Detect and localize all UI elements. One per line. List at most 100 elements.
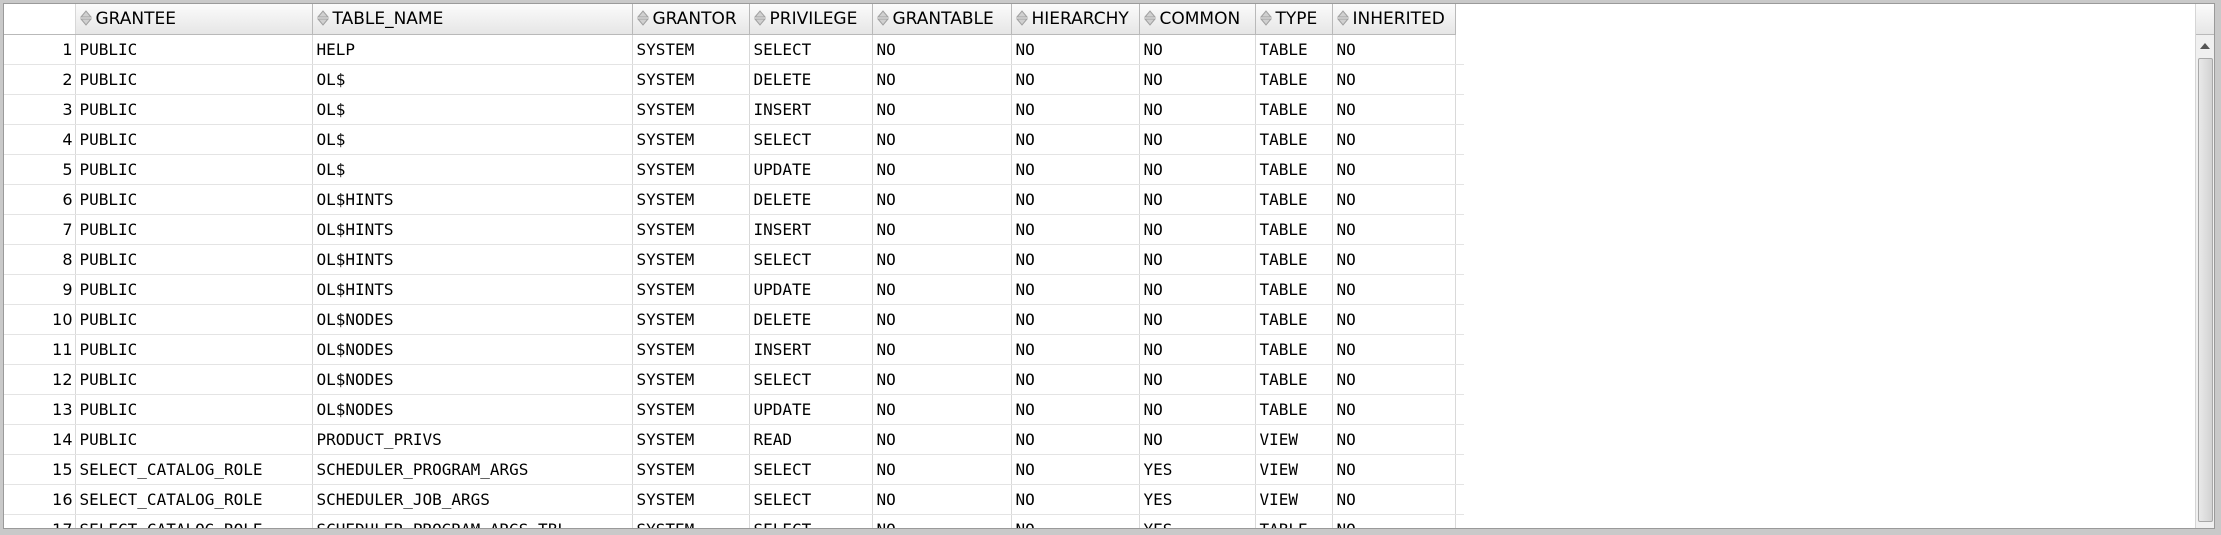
table-cell-grantee[interactable]: PUBLIC bbox=[75, 304, 313, 335]
table-cell-grantee[interactable]: PUBLIC bbox=[75, 64, 313, 95]
table-cell-privilege[interactable]: SELECT bbox=[749, 124, 873, 155]
table-cell-type[interactable]: TABLE bbox=[1255, 64, 1333, 95]
table-cell-common[interactable]: NO bbox=[1139, 424, 1256, 455]
table-cell-hierarchy[interactable]: NO bbox=[1011, 394, 1140, 425]
table-cell-grantor[interactable]: SYSTEM bbox=[632, 334, 750, 365]
table-row[interactable]: 7 PUBLIC OL$HINTS SYSTEM INSERT NO NO NO TABLE NO bbox=[4, 214, 1464, 245]
table-cell-inherited[interactable]: NO bbox=[1332, 304, 1456, 335]
scrollbar-thumb[interactable] bbox=[2198, 58, 2213, 522]
table-cell-grantee[interactable]: PUBLIC bbox=[75, 124, 313, 155]
column-header[interactable]: GRANTEE bbox=[75, 4, 313, 35]
sort-arrows-icon[interactable] bbox=[1336, 9, 1349, 27]
table-cell-common[interactable]: NO bbox=[1139, 214, 1256, 245]
table-row[interactable]: 8 PUBLIC OL$HINTS SYSTEM SELECT NO NO NO TABLE NO bbox=[4, 244, 1464, 275]
row-number[interactable]: 1 bbox=[4, 34, 76, 65]
table-cell-privilege[interactable]: INSERT bbox=[749, 94, 873, 125]
table-cell-table-name[interactable]: PRODUCT_PRIVS bbox=[312, 424, 633, 455]
table-cell-type[interactable]: TABLE bbox=[1255, 94, 1333, 125]
table-cell-table-name[interactable]: OL$ bbox=[312, 154, 633, 185]
table-row[interactable]: 13 PUBLIC OL$NODES SYSTEM UPDATE NO NO NO TABLE N… bbox=[4, 394, 1464, 425]
table-cell-hierarchy[interactable]: NO bbox=[1011, 244, 1140, 275]
table-cell-inherited[interactable]: NO bbox=[1332, 64, 1456, 95]
table-cell-grantee[interactable]: PUBLIC bbox=[75, 34, 313, 65]
sort-arrows-icon[interactable] bbox=[79, 9, 92, 27]
table-cell-table-name[interactable]: OL$NODES bbox=[312, 364, 633, 395]
results-grid[interactable]: GRANTEE TABLE_NAME GRANTOR PRIVILEGE GRA… bbox=[3, 3, 2215, 529]
table-cell-grantor[interactable]: SYSTEM bbox=[632, 34, 750, 65]
table-cell-grantable[interactable]: NO bbox=[872, 34, 1012, 65]
table-cell-grantee[interactable]: PUBLIC bbox=[75, 184, 313, 215]
table-cell-grantee[interactable]: PUBLIC bbox=[75, 274, 313, 305]
table-cell-grantable[interactable]: NO bbox=[872, 154, 1012, 185]
table-row[interactable]: 4 PUBLIC OL$ SYSTEM SELECT NO NO NO TABLE NO bbox=[4, 124, 1464, 155]
table-cell-inherited[interactable]: NO bbox=[1332, 364, 1456, 395]
table-row[interactable]: 17SELECT_CATALOG_ROLESCHEDULER_PROGRAM_A… bbox=[4, 514, 1464, 528]
row-number[interactable]: 2 bbox=[4, 64, 76, 95]
table-cell-grantor[interactable]: SYSTEM bbox=[632, 184, 750, 215]
table-cell-hierarchy[interactable]: NO bbox=[1011, 94, 1140, 125]
table-cell-table-name[interactable]: SCHEDULER_PROGRAM_ARGS bbox=[312, 454, 633, 485]
row-number[interactable]: 5 bbox=[4, 154, 76, 185]
table-cell-type[interactable]: TABLE bbox=[1255, 154, 1333, 185]
row-number[interactable]: 15 bbox=[4, 454, 76, 485]
table-cell-privilege[interactable]: INSERT bbox=[749, 214, 873, 245]
table-row[interactable]: 9 PUBLIC OL$HINTS SYSTEM UPDATE NO NO NO TABLE NO bbox=[4, 274, 1464, 305]
table-cell-grantee[interactable]: PUBLIC bbox=[75, 154, 313, 185]
table-cell-grantee[interactable]: PUBLIC bbox=[75, 334, 313, 365]
table-cell-grantable[interactable]: NO bbox=[872, 124, 1012, 155]
table-cell-type[interactable]: TABLE bbox=[1255, 394, 1333, 425]
row-number[interactable]: 6 bbox=[4, 184, 76, 215]
table-cell-common[interactable]: NO bbox=[1139, 184, 1256, 215]
table-cell-inherited[interactable]: NO bbox=[1332, 34, 1456, 65]
table-cell-privilege[interactable]: SELECT bbox=[749, 514, 873, 528]
table-cell-inherited[interactable]: NO bbox=[1332, 394, 1456, 425]
sort-arrows-icon[interactable] bbox=[1015, 9, 1028, 27]
table-cell-privilege[interactable]: DELETE bbox=[749, 184, 873, 215]
table-cell-grantor[interactable]: SYSTEM bbox=[632, 244, 750, 275]
table-row[interactable]: 14 PUBLIC PRODUCT_PRIVS SYSTEM READ NO NO NO VIE… bbox=[4, 424, 1464, 455]
table-cell-common[interactable]: NO bbox=[1139, 394, 1256, 425]
column-header[interactable]: GRANTABLE bbox=[872, 4, 1012, 35]
table-cell-grantor[interactable]: SYSTEM bbox=[632, 514, 750, 528]
table-cell-type[interactable]: VIEW bbox=[1255, 454, 1333, 485]
sort-arrows-icon[interactable] bbox=[1143, 9, 1156, 27]
table-row[interactable]: 10 PUBLIC OL$NODES SYSTEM DELETE NO NO NO TABLE N… bbox=[4, 304, 1464, 335]
table-cell-hierarchy[interactable]: NO bbox=[1011, 34, 1140, 65]
table-cell-type[interactable]: TABLE bbox=[1255, 514, 1333, 528]
table-cell-common[interactable]: NO bbox=[1139, 334, 1256, 365]
table-cell-grantable[interactable]: NO bbox=[872, 424, 1012, 455]
table-cell-common[interactable]: NO bbox=[1139, 94, 1256, 125]
sort-arrows-icon[interactable] bbox=[1259, 9, 1272, 27]
table-cell-grantor[interactable]: SYSTEM bbox=[632, 214, 750, 245]
table-cell-grantable[interactable]: NO bbox=[872, 184, 1012, 215]
table-cell-privilege[interactable]: SELECT bbox=[749, 34, 873, 65]
table-cell-grantor[interactable]: SYSTEM bbox=[632, 454, 750, 485]
row-number[interactable]: 8 bbox=[4, 244, 76, 275]
row-number[interactable]: 4 bbox=[4, 124, 76, 155]
table-cell-common[interactable]: NO bbox=[1139, 274, 1256, 305]
table-cell-table-name[interactable]: OL$ bbox=[312, 64, 633, 95]
table-cell-common[interactable]: NO bbox=[1139, 124, 1256, 155]
table-cell-grantable[interactable]: NO bbox=[872, 454, 1012, 485]
table-cell-hierarchy[interactable]: NO bbox=[1011, 334, 1140, 365]
table-cell-table-name[interactable]: OL$NODES bbox=[312, 334, 633, 365]
table-cell-inherited[interactable]: NO bbox=[1332, 214, 1456, 245]
table-cell-table-name[interactable]: SCHEDULER_PROGRAM_ARGS_TBL bbox=[312, 514, 633, 528]
table-cell-inherited[interactable]: NO bbox=[1332, 334, 1456, 365]
table-cell-inherited[interactable]: NO bbox=[1332, 424, 1456, 455]
table-cell-grantee[interactable]: PUBLIC bbox=[75, 214, 313, 245]
table-cell-type[interactable]: TABLE bbox=[1255, 214, 1333, 245]
table-cell-common[interactable]: NO bbox=[1139, 64, 1256, 95]
table-cell-grantee[interactable]: PUBLIC bbox=[75, 364, 313, 395]
table-row[interactable]: 1 PUBLIC HELP SYSTEM SELECT NO NO NO TABLE NO bbox=[4, 34, 1464, 65]
table-cell-privilege[interactable]: SELECT bbox=[749, 364, 873, 395]
table-cell-common[interactable]: NO bbox=[1139, 244, 1256, 275]
table-cell-inherited[interactable]: NO bbox=[1332, 124, 1456, 155]
table-row[interactable]: 5 PUBLIC OL$ SYSTEM UPDATE NO NO NO TABLE NO bbox=[4, 154, 1464, 185]
table-row[interactable]: 6 PUBLIC OL$HINTS SYSTEM DELETE NO NO NO TABLE NO bbox=[4, 184, 1464, 215]
table-cell-inherited[interactable]: NO bbox=[1332, 154, 1456, 185]
table-cell-grantable[interactable]: NO bbox=[872, 214, 1012, 245]
table-cell-grantable[interactable]: NO bbox=[872, 334, 1012, 365]
table-cell-hierarchy[interactable]: NO bbox=[1011, 184, 1140, 215]
vertical-scrollbar[interactable] bbox=[2195, 4, 2214, 528]
